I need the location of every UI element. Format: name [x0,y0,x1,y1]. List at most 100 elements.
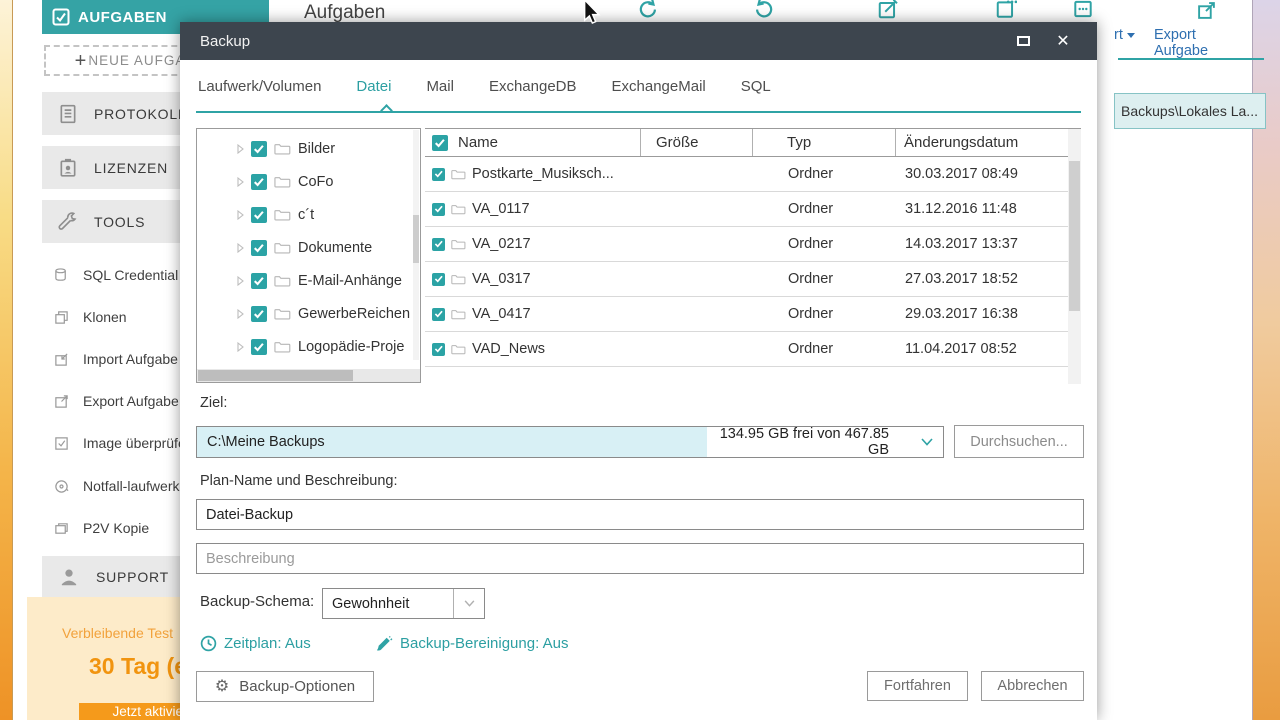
scrollbar-thumb[interactable] [1069,161,1080,311]
expand-arrow-icon[interactable] [237,177,244,187]
dialog-title: Backup [200,33,250,50]
disc-icon [54,479,69,494]
tree-item-cofo[interactable]: CoFo [197,165,420,198]
checkbox-checked-icon[interactable] [432,343,445,356]
dropdown-button[interactable] [453,589,484,618]
cleanup-link[interactable]: Backup-Bereinigung: Aus [375,635,568,652]
expand-arrow-icon[interactable] [237,144,244,154]
schedule-link[interactable]: Zeitplan: Aus [200,635,311,652]
scrollbar-thumb[interactable] [198,370,353,381]
table-row[interactable]: VA_0217 Ordner 14.03.2017 13:37 [425,227,1068,262]
schedule-link-label: Zeitplan: Aus [224,635,311,652]
tree-vertical-scrollbar[interactable] [413,130,419,360]
selected-backup-path[interactable]: Backups\Lokales La... [1114,93,1266,129]
dialog-titlebar[interactable]: Backup ✕ [180,22,1097,60]
file-name: VA_0117 [472,201,530,217]
continue-button[interactable]: Fortfahren [867,671,968,701]
file-name: VAD_News [472,341,545,357]
chevron-down-icon[interactable] [921,438,933,446]
sidebar-item-label: LIZENZEN [94,160,168,176]
sidebar-item-label: Klonen [83,309,127,325]
tree-item-gewerbereichen[interactable]: GewerbeReichen [197,297,420,330]
folder-icon [451,168,466,180]
file-date: 30.03.2017 08:49 [895,166,1068,182]
column-header-aenderungsdatum[interactable]: Änderungsdatum [895,129,1068,156]
table-vertical-scrollbar[interactable] [1068,129,1081,384]
redo-icon[interactable] [637,0,659,20]
export-task-button[interactable]: Export Aufgabe [1154,27,1252,59]
checkbox-checked-icon[interactable] [432,238,445,251]
tab-datei[interactable]: Datei [356,78,391,95]
column-header-name[interactable]: Name [458,134,498,151]
sidebar-item-label: Image überprüfen [83,435,194,451]
sidebar-item-label: P2V Kopie [83,520,149,536]
target-combo[interactable]: C:\Meine Backups 134.95 GB frei von 467.… [196,426,944,458]
partial-dropdown-button[interactable]: rt [1114,27,1135,43]
checkbox-checked-icon[interactable] [251,306,267,322]
id-card-icon [58,158,78,178]
target-path[interactable]: C:\Meine Backups [197,427,707,457]
tab-sql[interactable]: SQL [741,78,771,95]
cancel-button[interactable]: Abbrechen [981,671,1084,701]
expand-arrow-icon[interactable] [237,243,244,253]
clock-icon [200,635,217,652]
more-dots-icon[interactable] [1072,0,1094,20]
expand-arrow-icon[interactable] [237,342,244,352]
close-button[interactable]: ✕ [1048,27,1078,55]
maximize-button[interactable] [1008,27,1038,55]
scrollbar-thumb[interactable] [413,215,419,263]
backup-dialog: Backup ✕ Laufwerk/Volumen Datei Mail Exc… [180,22,1097,720]
browse-button[interactable]: Durchsuchen... [954,425,1084,458]
checkbox-checked-icon[interactable] [251,174,267,190]
table-row[interactable]: VA_0117 Ordner 31.12.2016 11:48 [425,192,1068,227]
table-row[interactable]: VAD_News Ordner 11.04.2017 08:52 [425,332,1068,367]
trial-days-count: 30 Tag (e) [89,653,195,680]
table-row[interactable]: Postkarte_Musiksch... Ordner 30.03.2017 … [425,157,1068,192]
tree-item-email-anhaenge[interactable]: E-Mail-Anhänge [197,264,420,297]
select-all-checkbox[interactable] [432,135,448,151]
backup-options-label: Backup-Optionen [239,678,355,695]
checkbox-checked-icon[interactable] [432,308,445,321]
checkbox-checked-icon[interactable] [432,273,445,286]
schema-dropdown[interactable]: Gewohnheit [322,588,485,619]
checkbox-checked-icon[interactable] [251,273,267,289]
task-dots-icon[interactable] [995,0,1017,20]
tree-item-label: GewerbeReichen [298,306,410,322]
folder-icon [451,238,466,250]
tab-exchangemail[interactable]: ExchangeMail [612,78,706,95]
tree-horizontal-scrollbar[interactable] [197,369,420,382]
checkbox-checked-icon[interactable] [251,207,267,223]
checkbox-checked-icon[interactable] [251,240,267,256]
expand-arrow-icon[interactable] [237,210,244,220]
file-table: Name Größe Typ Änderungsdatum Postkarte_… [425,128,1081,383]
sidebar-item-label: Import Aufgabe [83,351,178,367]
backup-options-button[interactable]: ⚙ Backup-Optionen [196,671,374,702]
column-header-typ[interactable]: Typ [752,129,895,156]
plan-name-input[interactable] [196,499,1084,530]
column-header-groesse[interactable]: Größe [640,129,752,156]
expand-arrow-icon[interactable] [237,309,244,319]
tree-item-logopaedie[interactable]: Logopädie-Proje [197,330,420,363]
edit-icon[interactable] [877,0,899,20]
description-input[interactable] [196,543,1084,574]
tab-laufwerk-volumen[interactable]: Laufwerk/Volumen [198,78,321,95]
table-row[interactable]: VA_0317 Ordner 27.03.2017 18:52 [425,262,1068,297]
tree-item-dokumente[interactable]: Dokumente [197,231,420,264]
folder-icon [274,274,291,287]
tree-item-bilder[interactable]: Bilder [197,132,420,165]
checkbox-checked-icon[interactable] [432,168,445,181]
checkbox-checked-icon[interactable] [432,203,445,216]
schema-label: Backup-Schema: [200,593,314,610]
tree-item-ct[interactable]: c´t [197,198,420,231]
tab-mail[interactable]: Mail [426,78,454,95]
dialog-tabs: Laufwerk/Volumen Datei Mail ExchangeDB E… [198,78,771,95]
folder-icon [451,343,466,355]
expand-arrow-icon[interactable] [237,276,244,286]
chevron-down-icon [464,600,475,607]
tab-exchangedb[interactable]: ExchangeDB [489,78,577,95]
undo-icon[interactable] [753,0,775,20]
export-task-icon[interactable] [1197,1,1219,23]
checkbox-checked-icon[interactable] [251,339,267,355]
checkbox-checked-icon[interactable] [251,141,267,157]
table-row[interactable]: VA_0417 Ordner 29.03.2017 16:38 [425,297,1068,332]
